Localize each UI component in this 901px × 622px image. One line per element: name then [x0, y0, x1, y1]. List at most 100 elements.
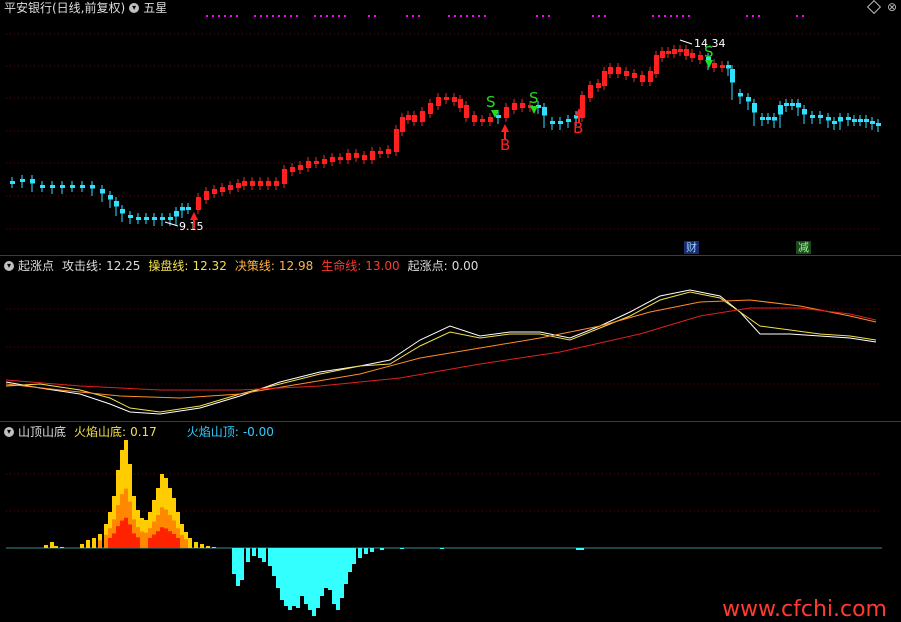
candle-body	[846, 117, 851, 120]
sell-arrow-2	[530, 106, 538, 114]
candle-body	[174, 211, 179, 217]
flame-bar	[136, 537, 140, 548]
candle-body	[752, 103, 757, 113]
moving-average-lines	[5, 289, 877, 415]
flame-bar	[358, 548, 362, 558]
flame-bar	[272, 548, 276, 576]
chart-canvas[interactable]: 14.34 9.15 S S S B B	[0, 0, 901, 622]
candle-body	[588, 85, 593, 98]
signal-dot	[278, 15, 280, 17]
candle-body	[472, 115, 477, 122]
candle-body	[144, 217, 149, 220]
signal-dot	[472, 15, 474, 17]
candle-body	[746, 97, 751, 102]
candle-body	[772, 117, 777, 121]
flame-bar	[120, 520, 124, 548]
candle-body	[120, 209, 125, 214]
flame-bar	[246, 548, 250, 562]
candle-body	[370, 151, 375, 160]
flame-bar	[180, 534, 184, 548]
candle-body	[864, 119, 869, 122]
flame-bar	[140, 531, 144, 548]
buy-arrow-1	[501, 124, 509, 132]
candle-body	[330, 157, 335, 162]
candle-body	[204, 191, 209, 200]
signal-dot	[454, 15, 456, 17]
flame-bar	[370, 548, 374, 552]
flame-bar	[340, 548, 344, 598]
flame-bar	[284, 548, 288, 606]
signal-dots	[206, 15, 804, 17]
signal-dot	[484, 15, 486, 17]
flame-bar	[148, 537, 152, 548]
candle-body	[838, 117, 843, 122]
candle-body	[322, 159, 327, 164]
candle-body	[852, 119, 857, 122]
candle-body	[136, 217, 141, 220]
signal-dot	[314, 15, 316, 17]
flame-bar	[292, 548, 296, 606]
buy-signal-2: B	[573, 119, 583, 137]
flame-bar	[304, 548, 308, 604]
candle-body	[698, 55, 703, 60]
candle-body	[504, 107, 509, 118]
flame-bar	[332, 548, 336, 604]
candle-body	[242, 181, 247, 186]
candle-body	[790, 103, 795, 106]
candle-body	[346, 153, 351, 160]
candle-body	[796, 103, 801, 108]
buy-signal-1: B	[500, 136, 510, 154]
flame-bar	[160, 527, 164, 548]
signal-dot	[212, 15, 214, 17]
candle-body	[274, 181, 279, 186]
candle-body	[608, 67, 613, 74]
flame-bar	[344, 548, 348, 584]
candle-body	[338, 157, 343, 160]
candle-body	[196, 197, 201, 210]
signal-dot	[676, 15, 678, 17]
flame-bar	[308, 548, 312, 610]
candle-body	[90, 185, 95, 189]
flame-bar	[112, 533, 116, 548]
candle-body	[354, 153, 359, 158]
signal-dot	[478, 15, 480, 17]
candle-body	[212, 189, 217, 194]
signal-dot	[260, 15, 262, 17]
signal-dot	[338, 15, 340, 17]
flame-bar	[328, 548, 332, 590]
candle-body	[168, 217, 173, 220]
candle-body	[60, 185, 65, 188]
candle-body	[250, 181, 255, 186]
signal-dot	[752, 15, 754, 17]
flame-bar	[164, 528, 168, 548]
candle-body	[660, 51, 665, 58]
candle-body	[80, 185, 85, 188]
signal-dot	[466, 15, 468, 17]
flame-bar	[194, 542, 198, 548]
flame-bar	[212, 547, 216, 548]
candle-body	[596, 83, 601, 88]
candle-body	[40, 185, 45, 188]
reduce-badge[interactable]: 减	[796, 241, 811, 254]
life-line	[5, 307, 877, 391]
signal-dot	[758, 15, 760, 17]
signal-dot	[548, 15, 550, 17]
flame-bar	[116, 526, 120, 548]
signal-dot	[206, 15, 208, 17]
candle-body	[394, 129, 399, 152]
candle-body	[314, 161, 319, 164]
candle-body	[876, 123, 881, 126]
candle-body	[496, 115, 501, 118]
signal-dot	[448, 15, 450, 17]
signal-dot	[688, 15, 690, 17]
finance-badge[interactable]: 财	[684, 241, 699, 254]
signal-dot	[296, 15, 298, 17]
candle-body	[406, 115, 411, 120]
flame-bar	[86, 540, 90, 548]
flame-bar	[144, 532, 148, 548]
flame-bar	[200, 544, 204, 548]
flame-bar	[184, 539, 188, 548]
flame-bar	[258, 548, 262, 558]
candle-body	[712, 63, 717, 68]
signal-dot	[236, 15, 238, 17]
